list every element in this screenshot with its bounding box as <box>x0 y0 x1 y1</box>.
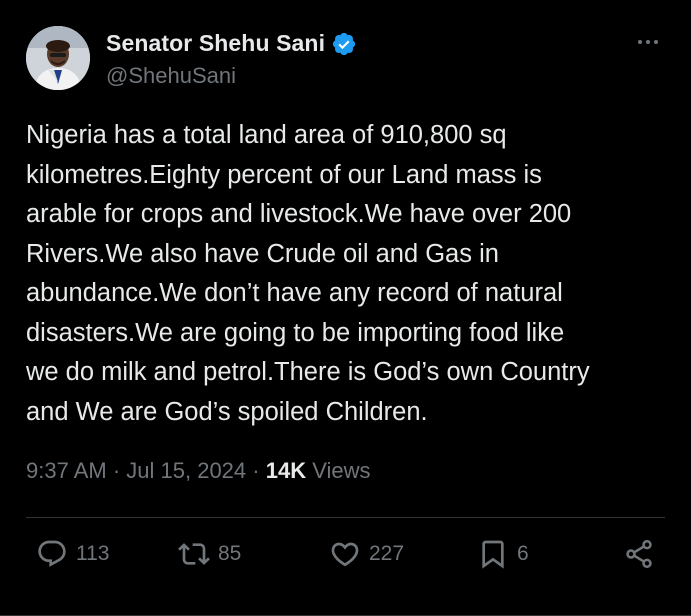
bookmark-button[interactable]: 6 <box>477 538 529 570</box>
divider <box>26 517 665 518</box>
more-options-icon[interactable] <box>633 32 663 52</box>
tweet-card: Senator Shehu Sani @ShehuSani Nigeria ha… <box>0 0 691 616</box>
like-count: 227 <box>369 542 405 565</box>
tweet-header: Senator Shehu Sani @ShehuSani <box>26 26 665 92</box>
author-names: Senator Shehu Sani @ShehuSani <box>106 30 357 89</box>
repost-button[interactable]: 85 <box>178 538 241 570</box>
tweet-time[interactable]: 9:37 AM <box>26 458 107 483</box>
meta-separator: · <box>106 458 127 483</box>
views-count: 14K <box>265 458 307 483</box>
share-icon <box>626 539 652 569</box>
action-bar: 113 85 227 6 <box>36 538 655 578</box>
avatar[interactable] <box>26 26 90 90</box>
name-row: Senator Shehu Sani <box>106 30 357 57</box>
reply-count: 113 <box>76 542 110 565</box>
bookmark-icon <box>482 540 504 569</box>
tweet-date[interactable]: Jul 15, 2024 <box>126 458 246 483</box>
bookmark-count: 6 <box>517 542 529 565</box>
tweet-text: Nigeria has a total land area of 910,800… <box>26 121 590 426</box>
author-display-name[interactable]: Senator Shehu Sani <box>106 30 325 57</box>
meta-separator: · <box>246 458 266 483</box>
repost-icon <box>178 543 210 565</box>
share-button[interactable] <box>623 538 655 570</box>
like-button[interactable]: 227 <box>329 538 404 570</box>
avatar-image <box>26 26 90 90</box>
repost-count: 85 <box>218 542 242 565</box>
reply-button[interactable]: 113 <box>36 538 109 570</box>
verified-badge-icon <box>331 31 357 57</box>
views-label: Views <box>306 458 371 483</box>
author-handle[interactable]: @ShehuSani <box>106 63 357 89</box>
tweet-meta: 9:37 AM · Jul 15, 2024 · 14K Views <box>26 458 370 484</box>
heart-icon <box>331 542 359 567</box>
reply-icon <box>38 540 66 567</box>
